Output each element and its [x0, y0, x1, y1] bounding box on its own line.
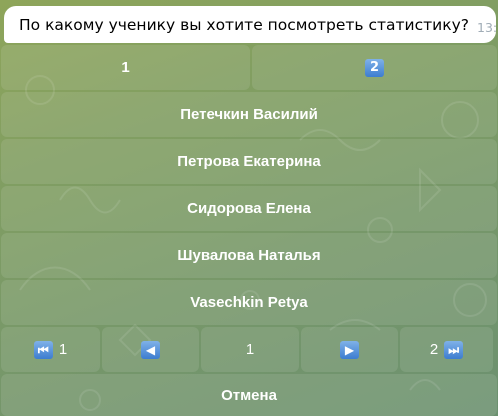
keyboard-row-student: Сидорова Елена — [0, 186, 498, 231]
student-label: Шувалова Наталья — [177, 247, 321, 264]
last-page-label: 2 — [429, 341, 439, 358]
page-tab-2-button[interactable]: 2 — [252, 45, 497, 90]
keyboard-row-pagination: ⏮ 1 ◀ 1 ▶ 2 ⏭ — [0, 327, 498, 372]
left-arrow-icon: ◀ — [141, 340, 160, 359]
current-page-button[interactable]: 1 — [201, 327, 299, 372]
student-label: Сидорова Елена — [187, 200, 311, 217]
keyboard-row-student: Петрова Екатерина — [0, 139, 498, 184]
page-tab-1-label: 1 — [121, 59, 130, 76]
keyboard-row-cancel: Отмена — [0, 374, 498, 416]
student-label: Vasechkin Petya — [190, 294, 308, 311]
keyboard-row-student: Петечкин Василий — [0, 92, 498, 137]
student-button[interactable]: Петрова Екатерина — [1, 139, 497, 184]
keyboard-row-page-tabs: 1 2 — [0, 45, 498, 90]
cancel-button[interactable]: Отмена — [1, 374, 497, 416]
right-arrow-icon: ▶ — [340, 340, 359, 359]
current-page-label: 1 — [245, 341, 255, 358]
message-timestamp: 13:59 — [477, 20, 498, 35]
first-page-label: 1 — [58, 341, 68, 358]
page-tab-1-button[interactable]: 1 — [1, 45, 250, 90]
rewind-to-start-icon: ⏮ — [33, 340, 53, 359]
student-button[interactable]: Vasechkin Petya — [1, 280, 497, 325]
skip-to-end-icon: ⏭ — [444, 340, 464, 359]
student-button[interactable]: Шувалова Наталья — [1, 233, 497, 278]
keyboard-row-student: Vasechkin Petya — [0, 280, 498, 325]
student-label: Петрова Екатерина — [177, 153, 321, 170]
bot-message-bubble: По какому ученику вы хотите посмотреть с… — [4, 6, 498, 43]
message-text: По какому ученику вы хотите посмотреть с… — [19, 15, 469, 34]
first-page-button[interactable]: ⏮ 1 — [1, 327, 100, 372]
keyboard-row-student: Шувалова Наталья — [0, 233, 498, 278]
last-page-button[interactable]: 2 ⏭ — [400, 327, 493, 372]
previous-page-button[interactable]: ◀ — [102, 327, 199, 372]
student-button[interactable]: Сидорова Елена — [1, 186, 497, 231]
student-label: Петечкин Василий — [180, 106, 318, 123]
cancel-label: Отмена — [221, 386, 277, 404]
student-button[interactable]: Петечкин Василий — [1, 92, 497, 137]
keycap-2-icon: 2 — [365, 58, 384, 77]
next-page-button[interactable]: ▶ — [301, 327, 398, 372]
